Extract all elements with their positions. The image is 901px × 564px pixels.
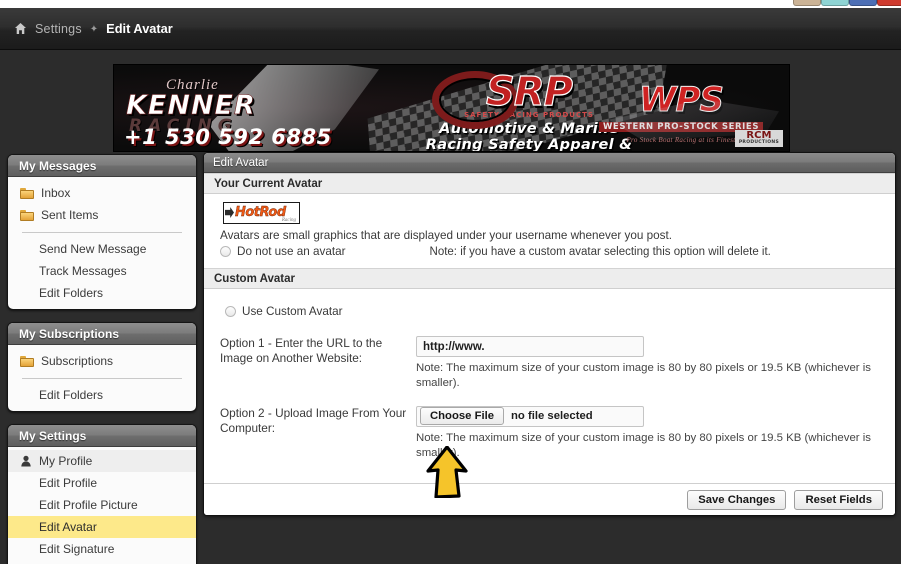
sidebar-header-my-settings: My Settings	[8, 425, 196, 447]
use-custom-avatar-label[interactable]: Use Custom Avatar	[242, 305, 342, 318]
browser-top-strip	[0, 0, 901, 8]
app-root: Settings ✦ Edit Avatar Charlie KENNER RA…	[0, 0, 901, 564]
top-pill-blue[interactable]	[849, 0, 877, 6]
breadcrumb-parent[interactable]: Settings	[35, 22, 82, 36]
current-avatar-image: HotRod Racing	[223, 202, 300, 224]
do-not-use-avatar-radio[interactable]	[220, 246, 231, 257]
sidebar-item-subscriptions[interactable]: Subscriptions	[8, 350, 196, 372]
sidebar-item-edit-signature[interactable]: Edit Signature	[8, 538, 196, 560]
avatar-url-input[interactable]	[416, 336, 644, 357]
panel-footer: Save Changes Reset Fields	[204, 483, 895, 515]
option2-row: Option 2 - Upload Image From Your Comput…	[220, 405, 885, 462]
sidebar-item-label: Edit Folders	[39, 388, 104, 402]
option1-row: Option 1 - Enter the URL to the Image on…	[220, 336, 885, 392]
option2-label: Option 2 - Upload Image From Your Comput…	[220, 405, 407, 435]
sidebar-item-label: Edit Avatar	[39, 520, 97, 534]
panel-title: Edit Avatar	[204, 153, 895, 173]
option2-field-group: Choose File no file selected Note: The m…	[416, 405, 885, 462]
section-body-custom-avatar: Use Custom Avatar Option 1 - Enter the U…	[204, 289, 895, 472]
site-banner-ad[interactable]: Charlie KENNER RACING +1 530 592 6885 SR…	[113, 64, 790, 152]
edit-avatar-panel: Edit Avatar Your Current Avatar HotRod R…	[203, 152, 896, 516]
sidebar-header-my-subscriptions: My Subscriptions	[8, 323, 196, 345]
sidebar-header-my-messages: My Messages	[8, 155, 196, 177]
sidebar-block-my-messages: My Messages Inbox Sent Items Send New Me…	[7, 154, 197, 310]
rcm-badge-sub: PRODUCTIONS	[738, 140, 779, 146]
selected-file-name: no file selected	[511, 410, 593, 423]
sidebar-item-subscriptions-edit-folders[interactable]: Edit Folders	[8, 384, 196, 406]
breadcrumb-separator-icon: ✦	[89, 23, 99, 35]
avatar-description: Avatars are small graphics that are disp…	[220, 229, 672, 242]
sidebar-item-edit-folders[interactable]: Edit Folders	[8, 282, 196, 304]
folder-icon	[20, 355, 34, 367]
section-header-current-avatar: Your Current Avatar	[204, 173, 895, 194]
option1-field-group: Note: The maximum size of your custom im…	[416, 336, 885, 392]
breadcrumb: Settings ✦ Edit Avatar	[0, 8, 901, 50]
top-pill-tan[interactable]	[793, 0, 821, 6]
sidebar-item-label: Edit Signature	[39, 542, 115, 556]
top-pill-teal[interactable]	[821, 0, 849, 6]
save-changes-button[interactable]: Save Changes	[687, 489, 787, 510]
sidebar-item-sent-items[interactable]: Sent Items	[8, 204, 196, 226]
folder-icon	[20, 187, 34, 199]
option1-note: Note: The maximum size of your custom im…	[416, 362, 871, 390]
use-custom-avatar-row: Use Custom Avatar	[225, 305, 885, 318]
sidebar-item-label: Inbox	[41, 186, 71, 200]
sidebar-item-edit-profile[interactable]: Edit Profile	[8, 472, 196, 494]
sidebar-item-label: Subscriptions	[41, 354, 114, 368]
sidebar-item-label: Edit Profile Picture	[39, 498, 138, 512]
avatar-arrow-icon	[225, 207, 234, 219]
folder-icon	[20, 209, 34, 221]
sidebar-item-label: My Profile	[39, 454, 93, 468]
sidebar-separator	[22, 232, 182, 233]
section-body-current-avatar: HotRod Racing Avatars are small graphics…	[204, 194, 895, 268]
sidebar-item-send-new-message[interactable]: Send New Message	[8, 238, 196, 260]
sidebar-item-label: Sent Items	[41, 208, 99, 222]
sidebar-item-edit-avatar[interactable]: Edit Avatar	[8, 516, 196, 538]
sidebar-item-label: Edit Folders	[39, 286, 104, 300]
top-pill-red[interactable]	[877, 0, 901, 6]
avatar-logo-text: HotRod	[235, 205, 287, 220]
sidebar-block-my-subscriptions: My Subscriptions Subscriptions Edit Fold…	[7, 322, 197, 412]
reset-fields-button[interactable]: Reset Fields	[794, 489, 883, 510]
sidebar-block-my-settings: My Settings My Profile Edit Profile Edit…	[7, 424, 197, 564]
option2-note: Note: The maximum size of your custom im…	[416, 431, 871, 460]
sidebar-item-inbox[interactable]: Inbox	[8, 182, 196, 204]
section-header-custom-avatar: Custom Avatar	[204, 268, 895, 289]
home-icon[interactable]	[14, 22, 27, 35]
choose-file-button[interactable]: Choose File	[420, 407, 505, 426]
sidebar-item-my-profile[interactable]: My Profile	[8, 450, 196, 472]
sidebar-item-label: Send New Message	[39, 242, 147, 256]
do-not-use-avatar-label[interactable]: Do not use an avatar	[237, 245, 346, 258]
sidebar-item-label: Track Messages	[39, 264, 127, 278]
sidebar-separator	[22, 378, 182, 379]
do-not-use-avatar-note: Note: if you have a custom avatar select…	[429, 245, 771, 258]
breadcrumb-current: Edit Avatar	[106, 21, 173, 36]
file-upload-control[interactable]: Choose File no file selected	[416, 405, 644, 427]
kenner-name-text: KENNER	[126, 90, 256, 121]
sidebar-item-label: Edit Profile	[39, 476, 98, 490]
rcm-badge: RCM PRODUCTIONS	[734, 129, 783, 147]
arrow-up-cursor	[425, 445, 469, 499]
sidebar-item-edit-profile-picture[interactable]: Edit Profile Picture	[8, 494, 196, 516]
person-icon	[20, 455, 32, 467]
option1-label: Option 1 - Enter the URL to the Image on…	[220, 336, 383, 365]
do-not-use-avatar-row: Do not use an avatar Note: if you have a…	[220, 245, 885, 258]
banner-phone-number: +1 530 592 6885	[124, 125, 332, 149]
sidebar-item-profile-privacy[interactable]: Profile Privacy	[8, 560, 196, 564]
use-custom-avatar-radio[interactable]	[225, 306, 236, 317]
avatar-logo-sub: Racing	[281, 218, 296, 223]
sidebar-item-track-messages[interactable]: Track Messages	[8, 260, 196, 282]
